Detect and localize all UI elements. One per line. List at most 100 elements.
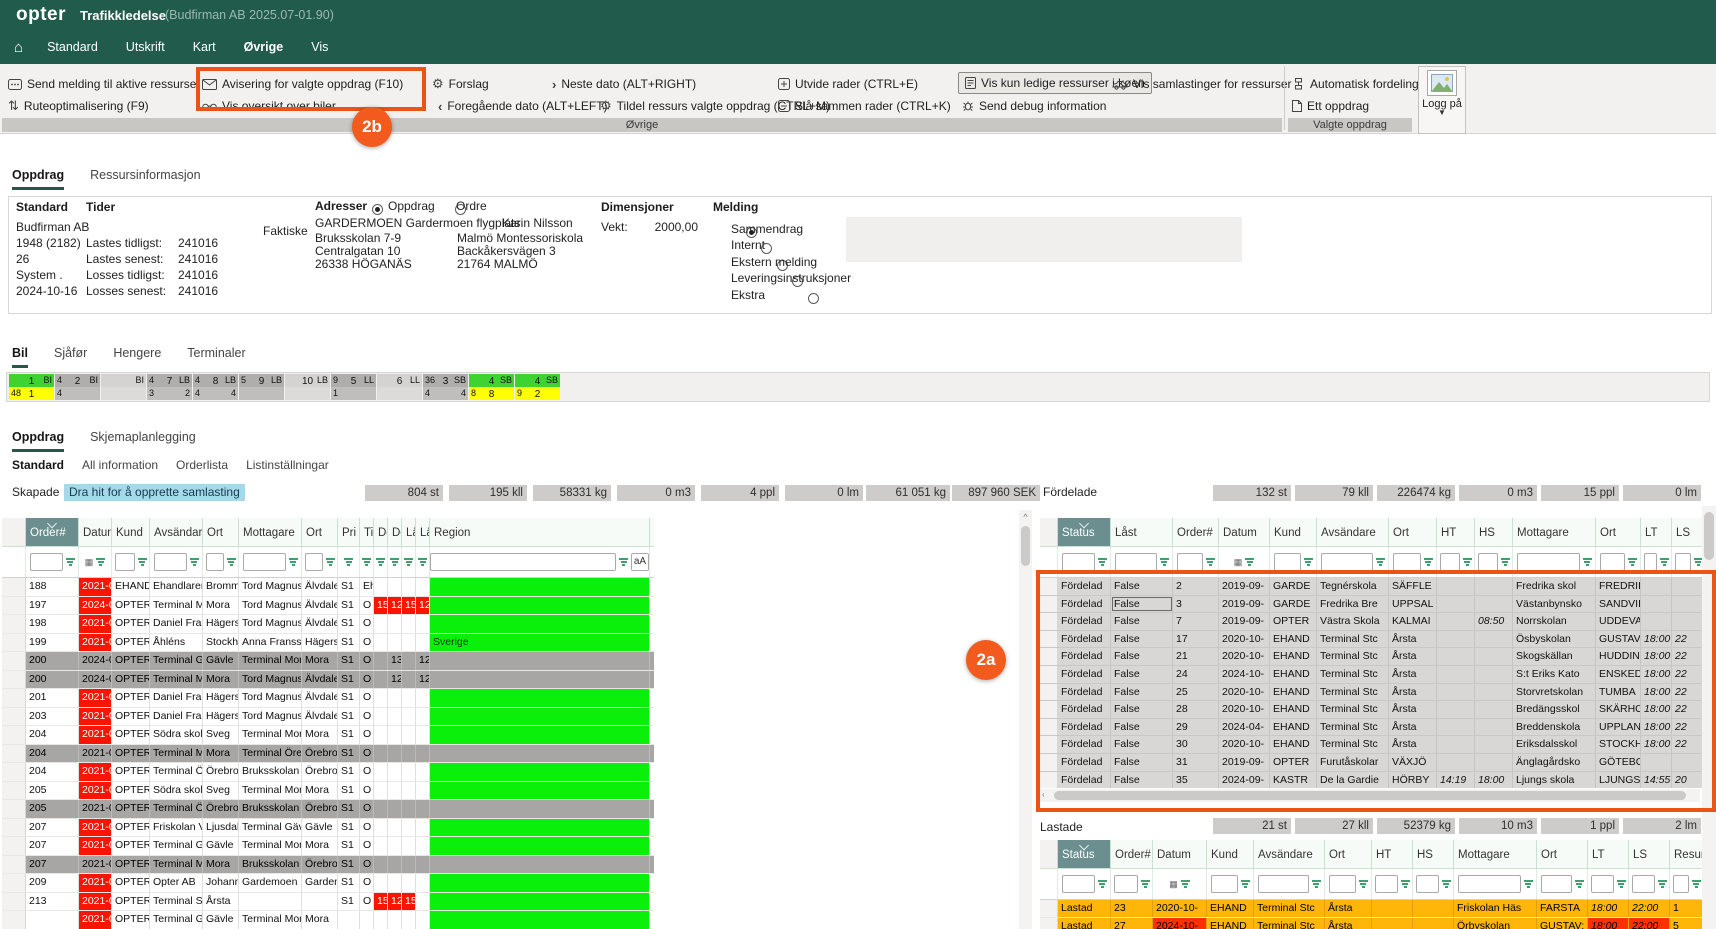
filter-funnel-icon[interactable] (376, 558, 385, 566)
vis-oversikt-button[interactable]: Vis oversikt over biler (202, 96, 336, 116)
filter-funnel-icon[interactable] (344, 558, 353, 566)
filter-funnel-icon[interactable] (1098, 558, 1107, 566)
col-header-status[interactable]: Status (1058, 518, 1111, 546)
col-header-hs[interactable]: HS (1475, 518, 1513, 546)
subtab-orderlista[interactable]: Orderlista (176, 458, 228, 477)
menu-vis[interactable]: Vis (297, 40, 342, 54)
filter-input-ort1[interactable] (1393, 553, 1421, 571)
radio-ordre-label[interactable]: Ordre (456, 199, 487, 213)
filter-input-kund[interactable] (1274, 553, 1301, 571)
filter-funnel-icon[interactable] (227, 558, 236, 566)
menu-standard[interactable]: Standard (33, 40, 112, 54)
sla-sammen-button[interactable]: Slå sammen rader (CTRL+K) (778, 96, 951, 116)
filter-funnel-icon[interactable] (1658, 880, 1667, 888)
col-header-ort1[interactable]: Ort (1325, 840, 1372, 868)
table-row[interactable]: FördeladFalse302020-10-EHANDTerminal Stc… (1040, 736, 1716, 754)
filter-input-region[interactable] (430, 553, 616, 571)
table-row[interactable]: 2132021-0OPTERTerminal StocÅrstaS1O15121… (2, 893, 654, 912)
filter-funnel-icon[interactable] (326, 558, 335, 566)
resource-box[interactable]: 4SB88 (469, 374, 514, 400)
resource-box[interactable]: 10LB (285, 374, 330, 400)
utvide-rader-button[interactable]: Utvide rader (CTRL+E) (778, 74, 918, 94)
tab-skjemaplanlegging[interactable]: Skjemaplanlegging (90, 430, 196, 452)
filter-funnel-icon[interactable] (1241, 880, 1250, 888)
filter-input-mot[interactable] (1517, 553, 1580, 571)
filter-input-hs[interactable] (1416, 875, 1439, 893)
col-header-order[interactable]: Order# (26, 518, 79, 546)
filter-input-order[interactable] (1177, 553, 1203, 571)
filter-funnel-icon[interactable] (1098, 880, 1107, 888)
table-row[interactable]: 2042021-0OPTERTerminal McMoraTerminal Ör… (2, 745, 654, 764)
table-row[interactable]: 2042021-0OPTERSödra skolarSvegTerminal M… (2, 726, 654, 745)
filter-input-ort2[interactable] (1600, 553, 1625, 571)
col-header-ls[interactable]: LS (1672, 518, 1706, 546)
resource-box[interactable]: 47LB32 (147, 374, 192, 400)
col-header-la2[interactable]: Lä (416, 518, 430, 546)
table-row[interactable]: 2032021-0OPTERDaniel FransHägerstTord Ma… (2, 708, 654, 727)
scroll-up-arrow-icon[interactable]: ^ (1019, 512, 1032, 522)
tab-terminaler[interactable]: Terminaler (187, 346, 245, 368)
resource-box[interactable]: 95LL1 (331, 374, 376, 400)
table-row[interactable]: 2072021-0OPTERTerminal McMoraBruksskolan… (2, 856, 654, 875)
col-header-lt[interactable]: LT (1588, 840, 1629, 868)
filter-input-mot[interactable] (243, 553, 286, 571)
col-header-ort1[interactable]: Ort (1389, 518, 1437, 546)
subtab-standard[interactable]: Standard (12, 458, 64, 477)
col-header-datum[interactable]: Datum (79, 518, 112, 546)
col-header-avs[interactable]: Avsändare (1254, 840, 1325, 868)
calendar-icon[interactable]: ▦ (1234, 557, 1243, 567)
col-header-last[interactable]: Låst (1111, 518, 1173, 546)
radio-oppdrag[interactable] (372, 204, 383, 215)
filter-input-ort1[interactable] (206, 553, 224, 571)
filter-input-kund[interactable] (1211, 875, 1238, 893)
col-header-de2[interactable]: De (388, 518, 402, 546)
table-row[interactable]: 2052021-0OPTERTerminal ÖrÖrebroBruksskol… (2, 800, 654, 819)
menu-ovrige[interactable]: Øvrige (230, 40, 298, 54)
radio-leveringsinstruksjoner-label[interactable]: Leveringsinstruksjoner (731, 271, 851, 285)
hscroll-thumb[interactable] (1054, 791, 1686, 800)
table-row[interactable]: FördeladFalse212020-10-EHANDTerminal Stc… (1040, 648, 1716, 666)
col-header-status[interactable]: Status (1058, 840, 1111, 868)
filter-input-ort2[interactable] (305, 553, 323, 571)
filter-funnel-icon[interactable] (1583, 558, 1592, 566)
table-row[interactable]: FördeladFalse72019-09-OPTERVästra SkolaK… (1040, 613, 1716, 631)
col-header-kund[interactable]: Kund (1270, 518, 1317, 546)
table-row[interactable]: 2072021-0OPTERTerminal GäGävleTerminal M… (2, 837, 654, 856)
filter-funnel-icon[interactable] (289, 558, 298, 566)
filter-funnel-icon[interactable] (404, 558, 413, 566)
case-sensitivity-toggle[interactable]: aA (631, 553, 649, 571)
table-row[interactable]: FördeladFalse352024-09-KASTRDe la Gardie… (1040, 772, 1716, 788)
filter-funnel-icon[interactable] (1181, 880, 1190, 888)
filter-funnel-icon[interactable] (1376, 558, 1385, 566)
ruteoptimalisering-button[interactable]: ⇅ Ruteoptimalisering (F9) (8, 96, 149, 116)
filter-funnel-icon[interactable] (1442, 880, 1451, 888)
col-header-region[interactable]: Region (430, 518, 650, 546)
col-header-ort2[interactable]: Ort (302, 518, 338, 546)
scroll-left-arrow-icon[interactable]: ‹ (1042, 790, 1045, 799)
filter-input-lt[interactable] (1591, 875, 1614, 893)
filter-input-ls[interactable] (1632, 875, 1655, 893)
table-row[interactable]: FördeladFalse312019-09-OPTERFurutåskolar… (1040, 754, 1716, 772)
table-row[interactable]: FördeladFalse282020-10-EHANDTerminal Stc… (1040, 701, 1716, 719)
send-melding-button[interactable]: Send melding til aktive ressurse (8, 74, 196, 94)
filter-funnel-icon[interactable] (1660, 558, 1669, 566)
tab-ressursinformasjon[interactable]: Ressursinformasjon (90, 168, 200, 190)
table-row[interactable]: 2012021-0OPTERDaniel FransHägerstTord Ma… (2, 689, 654, 708)
resource-box[interactable]: 4SB92 (515, 374, 560, 400)
col-header-order[interactable]: Order# (1173, 518, 1219, 546)
ett-oppdrag-button[interactable]: Ett oppdrag (1292, 96, 1369, 116)
filter-funnel-icon[interactable] (1463, 558, 1472, 566)
filter-funnel-icon[interactable] (1575, 880, 1584, 888)
filter-funnel-icon[interactable] (418, 558, 427, 566)
menu-utskrift[interactable]: Utskrift (112, 40, 179, 54)
filter-funnel-icon[interactable] (1206, 558, 1215, 566)
resource-box[interactable]: 363SB44 (423, 374, 468, 400)
filter-input-avs[interactable] (1321, 553, 1373, 571)
filter-input-last[interactable] (1115, 553, 1157, 571)
avisering-button[interactable]: Avisering for valgte oppdrag (F10) (202, 74, 403, 94)
col-header-ti[interactable]: Ti (360, 518, 374, 546)
table-row[interactable]: 2002024-0OPTERTerminal GäGävleTerminal M… (2, 652, 654, 671)
col-header-res[interactable]: Resurs (1670, 840, 1704, 868)
filter-funnel-icon[interactable] (1692, 880, 1701, 888)
col-header-order[interactable]: Order# (1111, 840, 1153, 868)
